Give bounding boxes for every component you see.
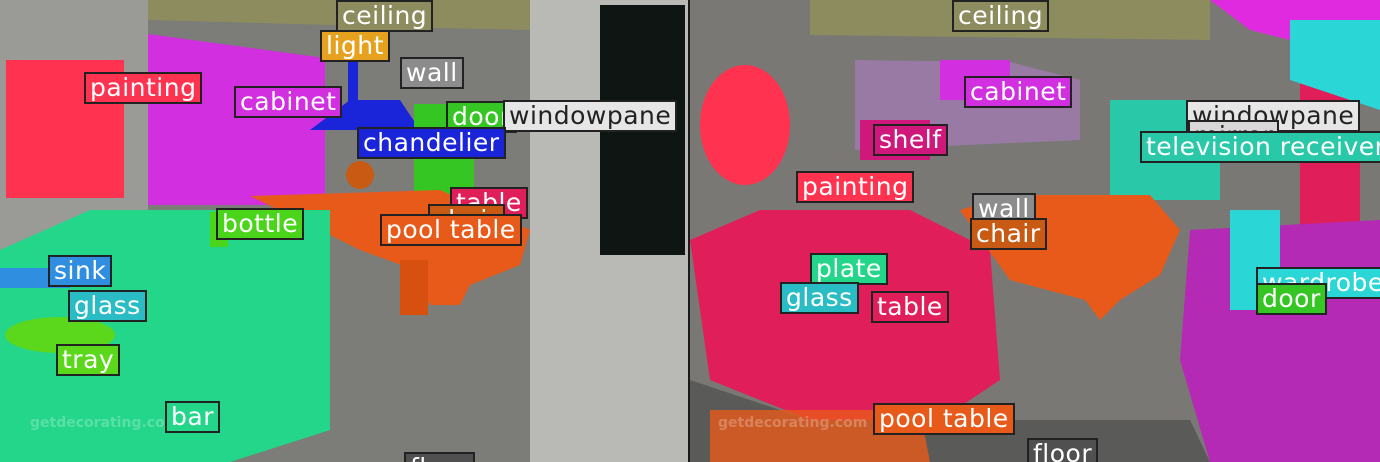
label-pool-table: pool table: [380, 214, 522, 246]
watermark-left: getdecorating.com: [30, 415, 180, 431]
watermark-right: getdecorating.com: [718, 415, 868, 431]
label-plate: plate: [810, 253, 888, 285]
label-chair: chair: [970, 218, 1047, 250]
segmentation-mask-left: [0, 0, 688, 462]
label-wall: wall: [400, 57, 464, 89]
segmentation-panel-right: getdecorating.com ceiling cabinet window…: [690, 0, 1380, 462]
label-cabinet: cabinet: [234, 86, 343, 118]
label-tray: tray: [56, 344, 121, 376]
label-cabinet: cabinet: [964, 76, 1073, 108]
label-table: table: [871, 291, 949, 323]
label-door: door: [1256, 283, 1327, 315]
label-ceiling: ceiling: [336, 0, 434, 32]
label-glass: glass: [68, 290, 147, 322]
label-bar: bar: [165, 401, 220, 433]
label-painting: painting: [84, 72, 203, 104]
segmentation-panel-left: getdecorating.com ceiling light wall pai…: [0, 0, 688, 462]
label-ceiling: ceiling: [952, 0, 1050, 32]
label-floor: floor: [404, 452, 476, 462]
label-chandelier: chandelier: [357, 127, 506, 159]
label-television-receiver: television receiver: [1140, 131, 1380, 163]
label-painting: painting: [796, 171, 915, 203]
label-floor: floor: [1027, 438, 1099, 462]
label-bottle: bottle: [216, 208, 305, 240]
label-light: light: [320, 30, 390, 62]
label-pool-table: pool table: [873, 403, 1015, 435]
label-glass: glass: [780, 282, 859, 314]
label-shelf: shelf: [873, 124, 948, 156]
label-sink: sink: [48, 255, 113, 287]
label-windowpane: windowpane: [503, 100, 678, 132]
